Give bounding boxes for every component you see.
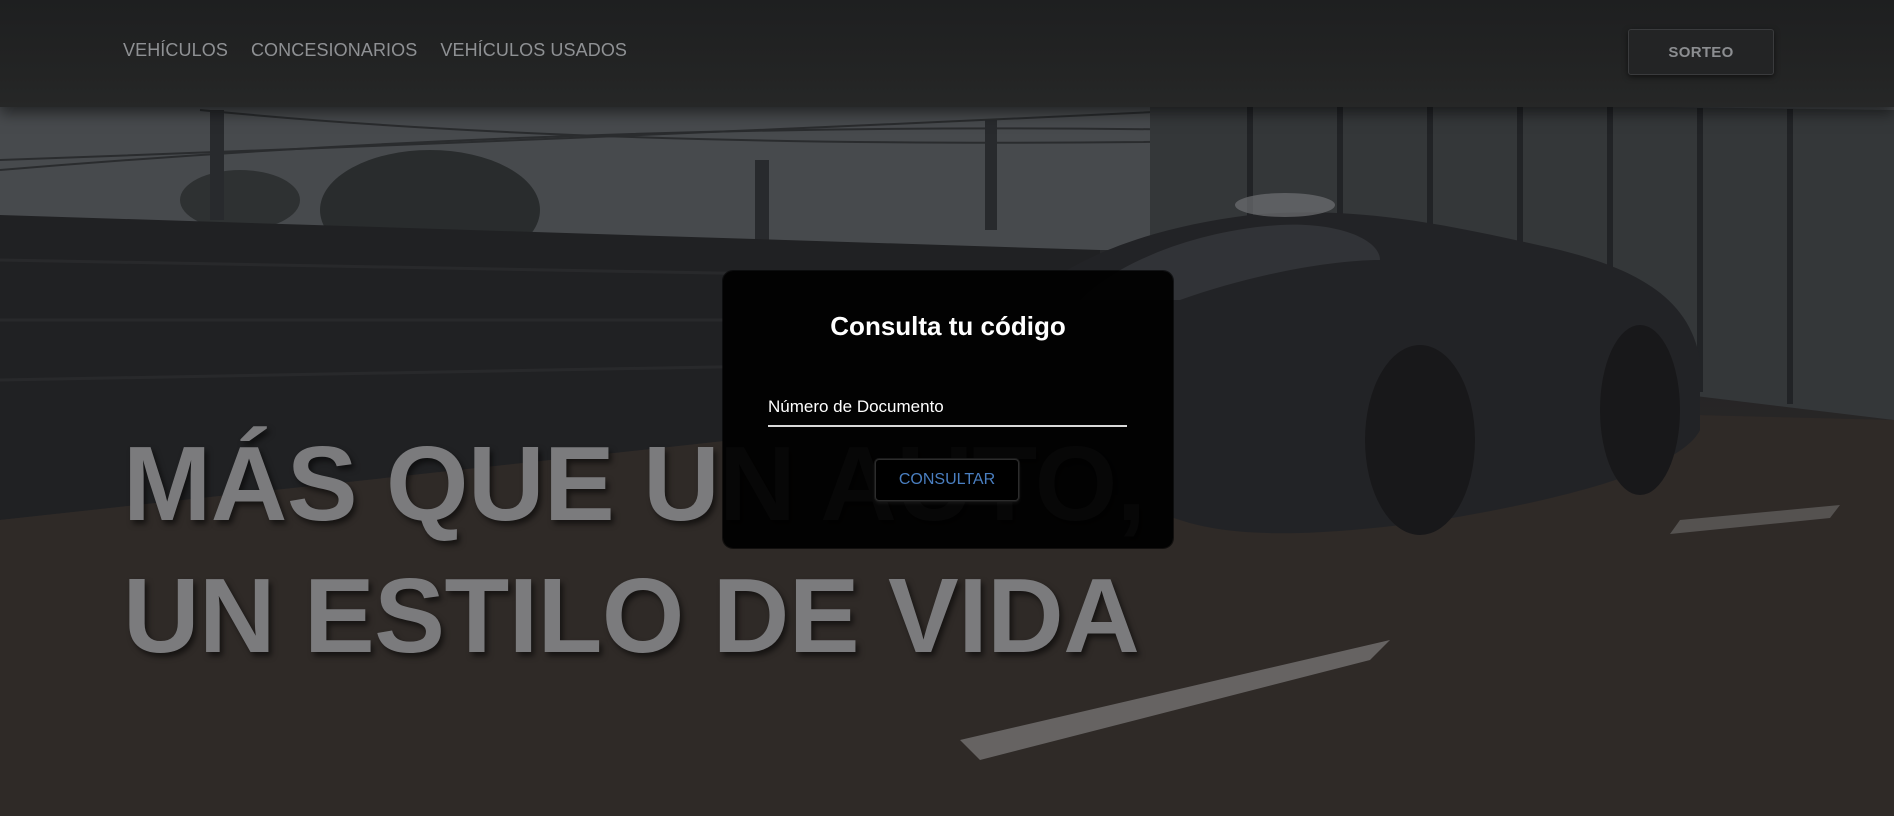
hero-headline-line2: UN ESTILO DE VIDA	[123, 557, 1140, 675]
nav-link-vehiculos[interactable]: VEHÍCULOS	[123, 40, 228, 61]
modal-title: Consulta tu código	[830, 311, 1066, 341]
consultar-button[interactable]: CONSULTAR	[875, 459, 1019, 501]
sorteo-button[interactable]: SORTEO	[1628, 29, 1774, 75]
nav-link-vehiculos-usados[interactable]: VEHÍCULOS USADOS	[440, 40, 627, 61]
main-nav: VEHÍCULOS CONCESIONARIOS VEHÍCULOS USADO…	[123, 40, 627, 61]
top-navbar: VEHÍCULOS CONCESIONARIOS VEHÍCULOS USADO…	[0, 0, 1894, 107]
nav-link-concesionarios[interactable]: CONCESIONARIOS	[251, 40, 417, 61]
document-number-input[interactable]	[768, 389, 1127, 427]
code-lookup-modal: Consulta tu código CONSULTAR	[723, 271, 1173, 548]
